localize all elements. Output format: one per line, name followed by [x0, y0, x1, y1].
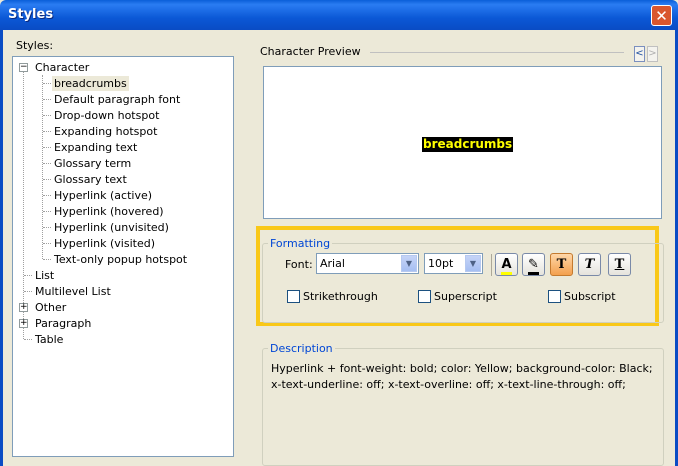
prev-arrow-icon[interactable]: < [634, 46, 645, 62]
underline-icon: T [614, 257, 625, 272]
highlight-color-button[interactable]: ✎ [522, 253, 545, 276]
tree-item-character-style[interactable]: Text-only popup hotspot [54, 252, 187, 267]
description-line-2: x-text-underline: off; x-text-overline: … [271, 378, 626, 391]
tree-line [24, 291, 32, 292]
tree-item-table[interactable]: Table [35, 332, 63, 347]
tree-item-character-style[interactable]: Hyperlink (active) [54, 188, 152, 203]
preview-sample-text: breadcrumbs [422, 137, 514, 152]
subscript-checkbox[interactable] [548, 290, 561, 303]
tree-item-character-style[interactable]: Glossary text [54, 172, 127, 187]
character-preview-box: breadcrumbs [263, 66, 662, 219]
tree-item-character-style[interactable]: Default paragraph font [54, 92, 180, 107]
bold-icon: T [556, 257, 567, 272]
tree-line [43, 195, 51, 196]
tree-line [43, 99, 51, 100]
tree-line [43, 227, 51, 228]
tree-item-character-style[interactable]: Expanding hotspot [54, 124, 157, 139]
tree-line [43, 243, 51, 244]
font-select[interactable]: Arial ▼ [316, 253, 419, 274]
description-line-1: Hyperlink + font-weight: bold; color: Ye… [271, 362, 653, 375]
tree-item-character-style[interactable]: breadcrumbs [52, 76, 129, 91]
window-title: Styles [8, 7, 54, 22]
size-select[interactable]: 10pt ▼ [424, 253, 483, 274]
italic-button[interactable]: T [578, 253, 601, 276]
toolbar-separator [491, 254, 492, 276]
font-label: Font: [285, 258, 313, 271]
tree-item-list[interactable]: List [35, 268, 54, 283]
font-color-icon: A [501, 258, 512, 275]
tree-item-character-style[interactable]: Hyperlink (unvisited) [54, 220, 169, 235]
tree-item-character-style[interactable]: Hyperlink (visited) [54, 236, 155, 251]
tree-item-multilevel-list[interactable]: Multilevel List [35, 284, 111, 299]
subscript-label[interactable]: Subscript [564, 290, 616, 303]
underline-button[interactable]: T [608, 253, 631, 276]
tree-line [43, 83, 51, 84]
font-select-value: Arial [320, 257, 345, 270]
preview-divider [370, 52, 624, 53]
tree-line [43, 179, 51, 180]
bold-button[interactable]: T [550, 253, 573, 276]
chevron-down-icon[interactable]: ▼ [401, 255, 417, 272]
tree-line [43, 163, 51, 164]
size-select-value: 10pt [428, 257, 454, 270]
tree-line [43, 147, 51, 148]
tree-item-character-style[interactable]: Drop-down hotspot [54, 108, 159, 123]
highlighter-icon: ✎ [528, 258, 539, 275]
close-button[interactable]: ✕ [651, 5, 672, 26]
tree-item-character-style[interactable]: Expanding text [54, 140, 137, 155]
tree-line [43, 259, 51, 260]
tree-item-character[interactable]: Character [35, 60, 89, 75]
tree-item-other[interactable]: Other [35, 300, 66, 315]
description-text: Hyperlink + font-weight: bold; color: Ye… [271, 361, 656, 393]
styles-tree[interactable]: − Character breadcrumbs Default paragraph… [12, 56, 234, 457]
chevron-down-icon[interactable]: ▼ [465, 255, 481, 272]
tree-item-character-style[interactable]: Glossary term [54, 156, 131, 171]
tree-line [43, 131, 51, 132]
tree-item-paragraph[interactable]: Paragraph [35, 316, 91, 331]
next-arrow-icon[interactable]: > [647, 46, 658, 62]
collapse-icon[interactable]: − [19, 63, 28, 72]
tree-line [43, 115, 51, 116]
font-color-button[interactable]: A [495, 253, 518, 276]
tree-line [24, 339, 32, 340]
strikethrough-label[interactable]: Strikethrough [303, 290, 378, 303]
expand-icon[interactable]: + [19, 319, 28, 328]
tree-item-character-style[interactable]: Hyperlink (hovered) [54, 204, 164, 219]
tree-line [23, 72, 24, 339]
character-preview-label: Character Preview [260, 45, 361, 58]
tree-line [24, 275, 32, 276]
italic-icon: T [584, 257, 595, 272]
description-label: Description [268, 342, 335, 355]
tree-line [43, 211, 51, 212]
strikethrough-checkbox[interactable] [287, 290, 300, 303]
formatting-label: Formatting [268, 237, 333, 250]
styles-label: Styles: [16, 39, 54, 52]
tree-line [42, 75, 43, 259]
superscript-label[interactable]: Superscript [434, 290, 497, 303]
title-bar: Styles ✕ [0, 0, 678, 30]
expand-icon[interactable]: + [19, 303, 28, 312]
superscript-checkbox[interactable] [418, 290, 431, 303]
